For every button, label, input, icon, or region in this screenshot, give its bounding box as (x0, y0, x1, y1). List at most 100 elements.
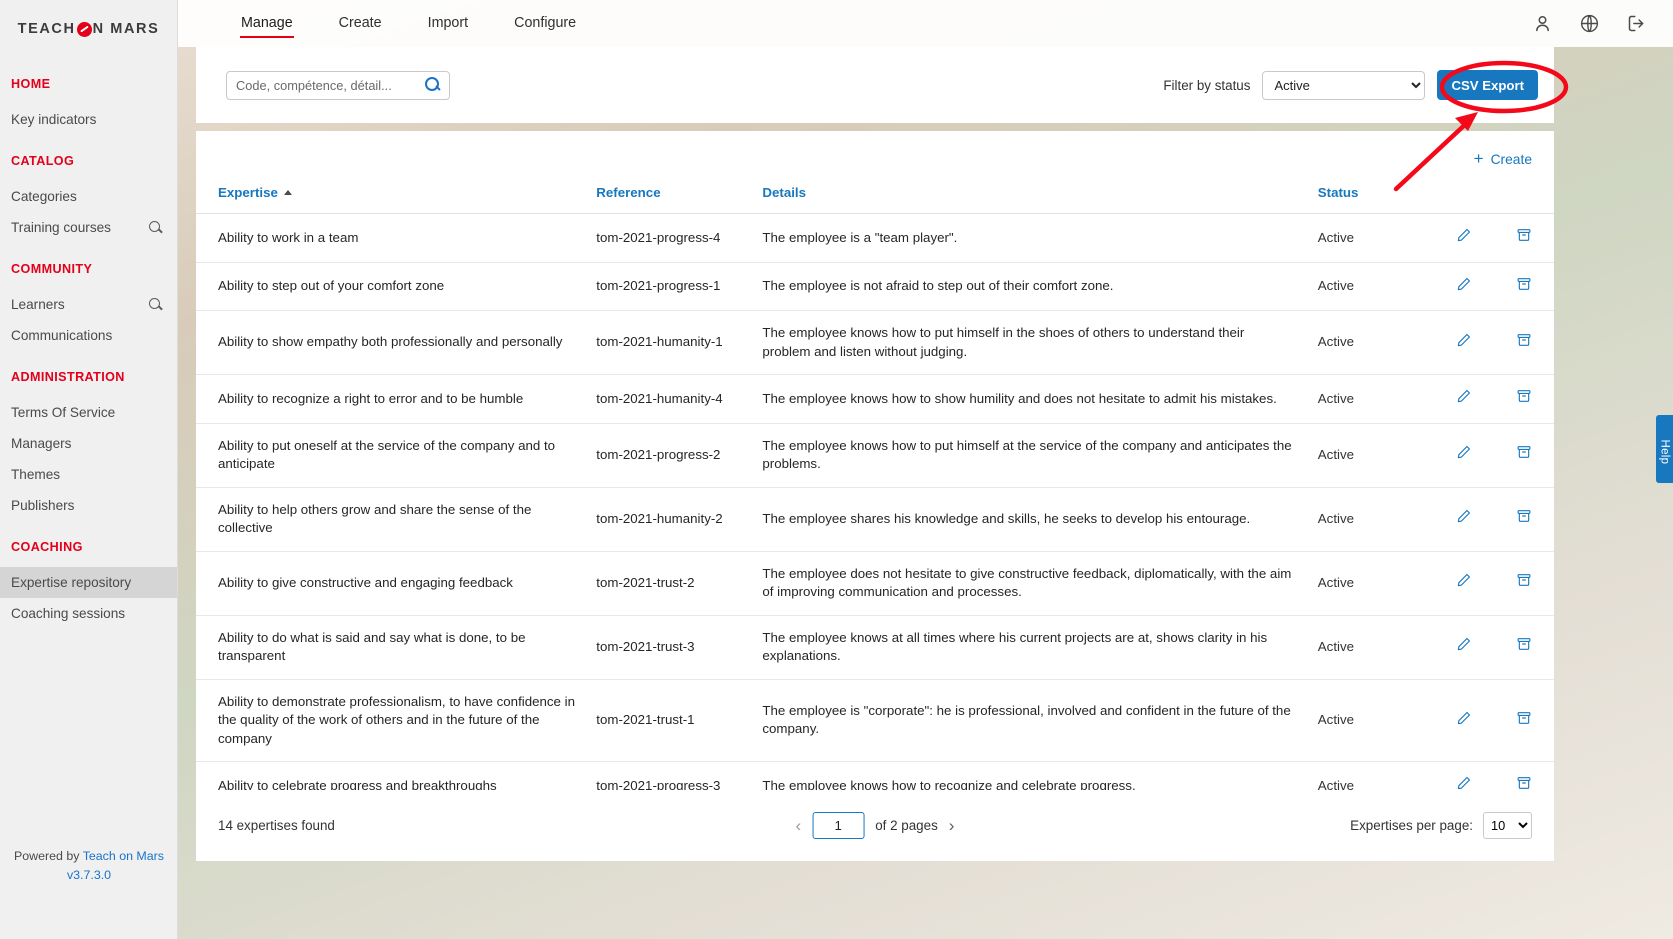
sidebar-item-label: Learners (11, 297, 65, 312)
cell-status: Active (1317, 213, 1434, 263)
cell-expertise: Ability to help others grow and share th… (196, 487, 597, 552)
sidebar-item-themes[interactable]: Themes (0, 459, 177, 490)
per-page-select[interactable]: 102550100 (1483, 812, 1532, 839)
cell-reference: tom-2021-progress-1 (596, 262, 763, 311)
sidebar-item-label: Themes (11, 467, 61, 482)
sidebar-item-label: Communications (11, 328, 113, 343)
edit-icon[interactable] (1433, 551, 1494, 616)
archive-icon[interactable] (1493, 262, 1554, 311)
sidebar-item-label: Key indicators (11, 112, 97, 127)
table-row[interactable]: Ability to help others grow and share th… (196, 487, 1554, 552)
expertise-table: Expertise Reference Details Status Abili… (196, 175, 1554, 811)
search-icon[interactable] (148, 220, 163, 235)
top-navigation-bar: Manage Create Import Configure (178, 0, 1673, 47)
edit-icon[interactable] (1433, 310, 1494, 375)
cell-reference: tom-2021-humanity-2 (596, 487, 763, 552)
edit-icon[interactable] (1433, 262, 1494, 311)
cell-details: The employee does not hesitate to give c… (762, 551, 1318, 616)
page-number-input[interactable] (812, 812, 865, 839)
next-page-icon[interactable]: › (949, 816, 955, 836)
help-side-tab[interactable]: Help (1656, 415, 1673, 483)
archive-icon[interactable] (1493, 213, 1554, 263)
archive-icon[interactable] (1493, 487, 1554, 552)
create-expertise-button[interactable]: + Create (1474, 150, 1532, 167)
column-header-details[interactable]: Details (762, 175, 1318, 214)
previous-page-icon[interactable]: ‹ (796, 816, 802, 836)
edit-icon[interactable] (1433, 213, 1494, 263)
table-row[interactable]: Ability to put oneself at the service of… (196, 423, 1554, 488)
tab-manage[interactable]: Manage (218, 3, 316, 44)
logo-text-left: TEACH (17, 21, 76, 37)
table-row[interactable]: Ability to do what is said and say what … (196, 615, 1554, 680)
sidebar-item-label: Training courses (11, 220, 111, 235)
table-head: Expertise Reference Details Status (196, 175, 1554, 214)
archive-icon[interactable] (1493, 615, 1554, 680)
globe-icon[interactable] (1579, 13, 1600, 34)
cell-details: The employee shares his knowledge and sk… (762, 487, 1318, 552)
cell-details: The employee is a "team player". (762, 213, 1318, 263)
sidebar-item-publishers[interactable]: Publishers (0, 490, 177, 521)
teach-on-mars-link[interactable]: Teach on Mars (83, 849, 164, 863)
cell-details: The employee knows how to show humility … (762, 374, 1318, 424)
sidebar-item-communications[interactable]: Communications (0, 320, 177, 351)
per-page-label: Expertises per page: (1350, 818, 1473, 833)
sidebar-item-terms-of-service[interactable]: Terms Of Service (0, 397, 177, 428)
sidebar-section-home: HOME (11, 77, 51, 91)
sidebar-section-administration: ADMINISTRATION (11, 370, 125, 384)
table-row[interactable]: Ability to give constructive and engagin… (196, 551, 1554, 616)
search-icon[interactable] (425, 76, 441, 93)
status-filter-select[interactable]: ActiveInactiveAll (1262, 70, 1426, 100)
csv-export-button[interactable]: CSV Export (1437, 70, 1538, 100)
column-header-status[interactable]: Status (1317, 175, 1434, 214)
tab-create[interactable]: Create (316, 3, 405, 44)
edit-icon[interactable] (1433, 423, 1494, 488)
sidebar-item-managers[interactable]: Managers (0, 428, 177, 459)
table-row[interactable]: Ability to demonstrate professionalism, … (196, 679, 1554, 762)
table-body: Ability to work in a team tom-2021-progre… (196, 213, 1554, 811)
app-logo[interactable]: TEACH N MARS (0, 0, 177, 58)
sidebar-section-community: COMMUNITY (11, 262, 93, 276)
search-input[interactable] (226, 70, 450, 100)
help-label: Help (1658, 439, 1671, 465)
powered-by-label: Powered by (14, 849, 83, 863)
cell-details: The employee is "corporate": he is profe… (762, 679, 1318, 762)
table-row[interactable]: Ability to work in a team tom-2021-progre… (196, 213, 1554, 263)
cell-reference: tom-2021-trust-1 (596, 679, 763, 762)
logout-icon[interactable] (1626, 13, 1647, 34)
sidebar-item-coaching-sessions[interactable]: Coaching sessions (0, 598, 177, 629)
archive-icon[interactable] (1493, 374, 1554, 424)
per-page-group: Expertises per page: 102550100 (1350, 812, 1532, 839)
archive-icon[interactable] (1493, 310, 1554, 375)
cell-reference: tom-2021-humanity-1 (596, 310, 763, 375)
archive-icon[interactable] (1493, 423, 1554, 488)
sidebar-item-categories[interactable]: Categories (0, 181, 177, 212)
table-row[interactable]: Ability to show empathy both professiona… (196, 310, 1554, 375)
column-header-expertise[interactable]: Expertise (196, 175, 597, 214)
sidebar-nav: HOME Key indicators CATALOG Categories Train… (0, 77, 177, 629)
cell-status: Active (1317, 374, 1434, 424)
sidebar-item-learners[interactable]: Learners (0, 289, 177, 320)
column-header-reference[interactable]: Reference (596, 175, 763, 214)
table-row[interactable]: Ability to recognize a right to error an… (196, 374, 1554, 424)
cell-details: The employee knows how to put himself at… (762, 423, 1318, 488)
search-icon[interactable] (148, 297, 163, 312)
tab-configure[interactable]: Configure (491, 3, 599, 44)
edit-icon[interactable] (1433, 487, 1494, 552)
sidebar-item-key-indicators[interactable]: Key indicators (0, 104, 177, 135)
cell-reference: tom-2021-trust-2 (596, 551, 763, 616)
archive-icon[interactable] (1493, 679, 1554, 762)
edit-icon[interactable] (1433, 374, 1494, 424)
filter-toolbar: Filter by status ActiveInactiveAll CSV E… (196, 47, 1554, 123)
sidebar-item-label: Managers (11, 436, 72, 451)
create-label: Create (1490, 151, 1532, 167)
edit-icon[interactable] (1433, 615, 1494, 680)
sidebar-item-expertise-repository[interactable]: Expertise repository (0, 567, 177, 598)
archive-icon[interactable] (1493, 551, 1554, 616)
tab-import[interactable]: Import (405, 3, 492, 44)
top-right-icons (1532, 13, 1673, 34)
edit-icon[interactable] (1433, 679, 1494, 762)
table-row[interactable]: Ability to step out of your comfort zone… (196, 262, 1554, 311)
user-icon[interactable] (1532, 13, 1553, 34)
sidebar-item-training-courses[interactable]: Training courses (0, 212, 177, 243)
cell-reference: tom-2021-progress-4 (596, 213, 763, 263)
